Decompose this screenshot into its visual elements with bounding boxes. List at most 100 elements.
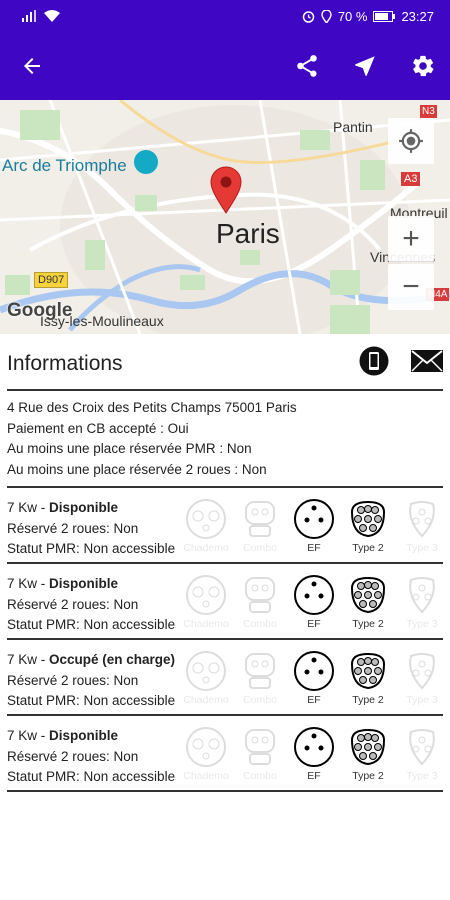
wifi-icon	[44, 10, 60, 22]
plug-label: Type 3	[406, 694, 438, 706]
plug-type2: Type 2	[343, 650, 393, 714]
plug-combo: Combo	[235, 574, 285, 638]
settings-button[interactable]	[410, 53, 436, 79]
plug-label: Type 3	[406, 770, 438, 782]
charging-point-text: 7 Kw - Disponible Réservé 2 roues: Non S…	[7, 498, 175, 562]
plug-chademo: Chademo	[181, 650, 231, 714]
plug-label: Combo	[243, 770, 277, 782]
type2-plug-icon	[350, 652, 386, 690]
ef-plug-icon	[294, 651, 334, 691]
plug-label: Chademo	[183, 770, 229, 782]
plug-label: EF	[307, 542, 321, 554]
plug-label: EF	[307, 770, 321, 782]
plug-chademo: Chademo	[181, 498, 231, 562]
chademo-plug-icon	[186, 727, 226, 767]
charging-point-two-wheels: Réservé 2 roues: Non	[7, 672, 139, 688]
plug-combo: Combo	[235, 498, 285, 562]
phone-button[interactable]	[359, 346, 389, 381]
battery-icon	[373, 10, 396, 22]
charging-point-pmr: Statut PMR: Non accessible	[7, 617, 176, 632]
combo-plug-icon	[245, 729, 275, 765]
type3-plug-icon	[409, 729, 435, 766]
type2-plug-icon	[350, 576, 386, 614]
my-location-button[interactable]	[388, 118, 434, 164]
plug-label: Type 2	[352, 542, 384, 554]
plug-label: Chademo	[183, 618, 229, 630]
charging-point-status: Disponible	[49, 728, 119, 743]
plug-type3: Type 3	[397, 498, 447, 562]
plug-label: Chademo	[183, 694, 229, 706]
charging-point-status: Disponible	[49, 500, 119, 515]
navigate-button[interactable]	[352, 53, 378, 79]
ef-plug-icon	[294, 499, 334, 539]
share-button[interactable]	[294, 53, 320, 79]
type2-plug-icon	[350, 728, 386, 766]
map-label-arc: Arc de Triomphe	[2, 156, 127, 175]
email-icon	[411, 350, 443, 372]
zoom-in-icon: +	[402, 221, 420, 255]
info-header: Informations	[7, 346, 443, 391]
arrow-back-icon	[24, 58, 40, 74]
pmr-info: Au moins une place réservée PMR : Non	[7, 441, 252, 456]
charging-point-row: 7 Kw - Disponible Réservé 2 roues: Non S…	[7, 564, 443, 640]
plug-label: Combo	[243, 618, 277, 630]
ef-plug-icon	[294, 727, 334, 767]
charging-point-row: 7 Kw - Occupé (en charge) Réservé 2 roue…	[7, 640, 443, 716]
plug-label: Combo	[243, 694, 277, 706]
my-location-icon	[399, 129, 423, 153]
charging-point-power: 7 Kw -	[7, 576, 50, 591]
battery-percent: 70 %	[337, 8, 368, 24]
charging-point-power: 7 Kw -	[7, 652, 50, 667]
road-badge-d907: D907	[34, 272, 69, 288]
charging-point-row: 7 Kw - Disponible Réservé 2 roues: Non S…	[7, 488, 443, 564]
plug-combo: Combo	[235, 650, 285, 714]
chademo-plug-icon	[186, 575, 226, 615]
plug-type2: Type 2	[343, 574, 393, 638]
zoom-out-button[interactable]: −	[388, 264, 434, 310]
signal-icon	[22, 10, 36, 22]
charging-point-power: 7 Kw -	[7, 728, 50, 743]
status-bar: 70 % 23:27	[0, 0, 450, 32]
plug-label: Type 3	[406, 542, 438, 554]
charging-point-status: Disponible	[49, 576, 119, 591]
charging-point-pmr: Statut PMR: Non accessible	[7, 541, 176, 556]
map-pin-icon[interactable]	[210, 166, 242, 219]
charging-point-pmr: Statut PMR: Non accessible	[7, 693, 176, 708]
charging-point-text: 7 Kw - Disponible Réservé 2 roues: Non S…	[7, 574, 175, 638]
plug-types: Chademo Combo EF Type 2 Type 3	[181, 650, 447, 714]
map-view[interactable]: Arc de Triomphe Pantin Montreuil Vincenn…	[0, 100, 450, 334]
ef-plug-icon	[294, 575, 334, 615]
plug-label: Type 3	[406, 618, 438, 630]
plug-label: Chademo	[183, 542, 229, 554]
type3-plug-icon	[409, 501, 435, 538]
combo-plug-icon	[245, 501, 275, 537]
plug-label: Type 2	[352, 770, 384, 782]
info-title: Informations	[7, 351, 123, 375]
plug-label: Combo	[243, 542, 277, 554]
plug-ef: EF	[289, 726, 339, 790]
combo-plug-icon	[245, 577, 275, 613]
plug-chademo: Chademo	[181, 726, 231, 790]
road-badge-n3: N3	[420, 105, 437, 118]
phone-icon	[359, 346, 389, 376]
charging-point-two-wheels: Réservé 2 roues: Non	[7, 520, 139, 536]
charging-point-power: 7 Kw -	[7, 500, 50, 515]
plug-type3: Type 3	[397, 574, 447, 638]
back-button[interactable]	[20, 54, 44, 78]
plug-type3: Type 3	[397, 650, 447, 714]
zoom-in-button[interactable]: +	[388, 216, 434, 262]
plug-ef: EF	[289, 574, 339, 638]
clock: 23:27	[401, 8, 434, 24]
two-wheels-info: Au moins une place réservée 2 roues : No…	[7, 461, 267, 477]
type3-plug-icon	[409, 577, 435, 614]
plug-types: Chademo Combo EF Type 2 Type 3	[181, 498, 447, 562]
charging-point-text: 7 Kw - Disponible Réservé 2 roues: Non S…	[7, 726, 175, 790]
road-badge-a3: A3	[401, 172, 421, 186]
location-status-icon	[321, 9, 332, 23]
email-button[interactable]	[411, 350, 443, 377]
plug-chademo: Chademo	[181, 574, 231, 638]
map-label-pantin: Pantin	[333, 119, 373, 135]
navigation-icon	[355, 56, 375, 76]
payment-info: Paiement en CB accepté : Oui	[7, 420, 189, 436]
type3-plug-icon	[409, 653, 435, 690]
